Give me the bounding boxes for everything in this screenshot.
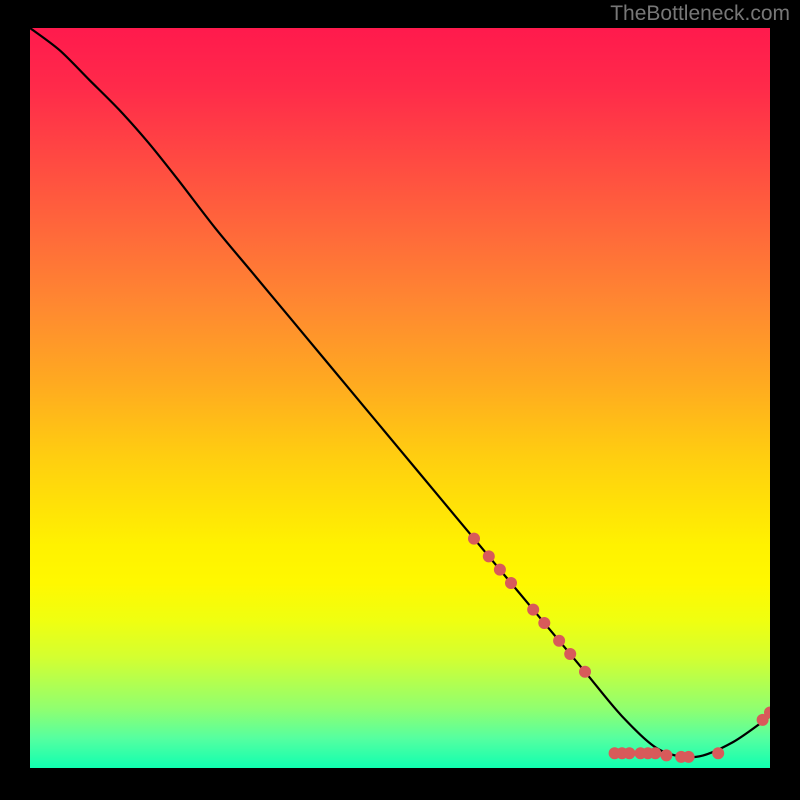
marker-point: [649, 747, 661, 759]
marker-point: [468, 533, 480, 545]
marker-point: [579, 666, 591, 678]
marker-point: [660, 749, 672, 761]
marker-point: [623, 747, 635, 759]
marker-point: [538, 617, 550, 629]
marker-point: [683, 751, 695, 763]
marker-point: [494, 564, 506, 576]
chart-plot-area: [30, 28, 770, 768]
marker-point: [483, 550, 495, 562]
curve-line: [30, 28, 770, 757]
watermark-text: TheBottleneck.com: [610, 2, 790, 26]
marker-point: [564, 648, 576, 660]
chart-svg: [30, 28, 770, 768]
marker-point: [505, 577, 517, 589]
scatter-markers: [468, 533, 770, 763]
marker-point: [553, 635, 565, 647]
marker-point: [712, 747, 724, 759]
marker-point: [527, 604, 539, 616]
